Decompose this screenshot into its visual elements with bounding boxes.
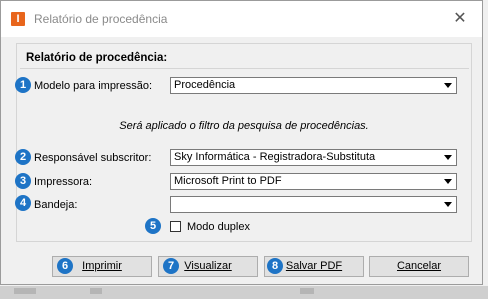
impressora-select[interactable]: Microsoft Print to PDF <box>170 173 457 190</box>
chevron-down-icon[interactable] <box>441 175 455 188</box>
chevron-down-icon[interactable] <box>441 151 455 164</box>
badge-8: 8 <box>267 258 283 274</box>
badge-3: 3 <box>15 173 31 189</box>
bandeja-select[interactable] <box>170 196 457 213</box>
impressora-value: Microsoft Print to PDF <box>174 175 282 187</box>
modelo-value: Procedência <box>174 79 236 91</box>
group-title: Relatório de procedência: <box>26 52 168 64</box>
responsavel-value: Sky Informática - Registradora-Substitut… <box>174 151 376 163</box>
filter-info-text: Será aplicado o filtro da pesquisa de pr… <box>119 120 369 132</box>
duplex-label: Modo duplex <box>187 221 250 233</box>
impressora-label: Impressora: <box>34 176 93 188</box>
badge-1: 1 <box>15 77 31 93</box>
badge-7: 7 <box>163 258 179 274</box>
title-bar: I Relatório de procedência ✕ <box>1 1 482 37</box>
window-title: Relatório de procedência <box>34 12 168 26</box>
close-icon[interactable]: ✕ <box>449 9 471 29</box>
responsavel-select[interactable]: Sky Informática - Registradora-Substitut… <box>170 149 457 166</box>
group-divider <box>20 68 469 69</box>
badge-6: 6 <box>57 258 73 274</box>
chevron-down-icon[interactable] <box>441 79 455 92</box>
cancelar-button[interactable]: Cancelar <box>369 256 469 277</box>
modelo-select[interactable]: Procedência <box>170 77 457 94</box>
duplex-checkbox[interactable] <box>170 221 181 232</box>
chevron-down-icon[interactable] <box>441 198 455 211</box>
badge-5: 5 <box>145 218 161 234</box>
app-icon: I <box>11 12 25 26</box>
bandeja-label: Bandeja: <box>34 199 78 211</box>
modelo-label: Modelo para impressão: <box>34 80 153 92</box>
background-window-strip <box>0 286 488 299</box>
badge-2: 2 <box>15 149 31 165</box>
badge-4: 4 <box>15 195 31 211</box>
responsavel-label: Responsável subscritor: <box>34 152 152 164</box>
